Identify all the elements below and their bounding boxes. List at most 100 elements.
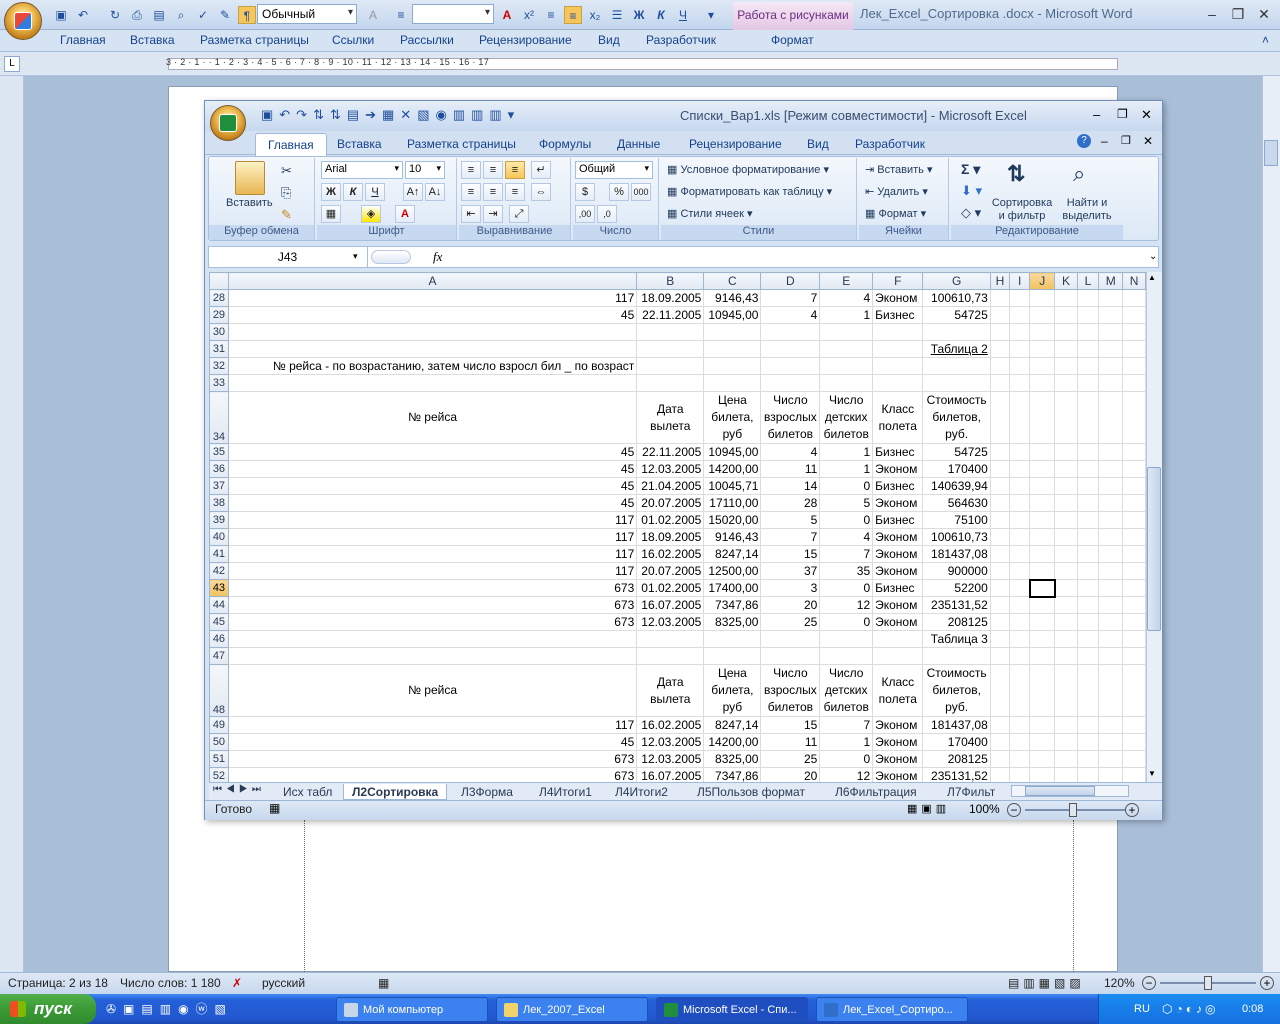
cell[interactable] <box>1029 391 1056 444</box>
sort-filter-icon[interactable]: ⇅ <box>1007 161 1025 187</box>
cell[interactable] <box>989 562 1011 580</box>
excel-zoom-thumb[interactable] <box>1069 803 1077 817</box>
cell[interactable] <box>1054 340 1078 358</box>
excel-maximize-icon[interactable]: ❐ <box>1117 107 1128 121</box>
row-header[interactable]: 39 <box>209 511 229 529</box>
cell[interactable] <box>1029 511 1056 529</box>
cell[interactable] <box>1009 460 1031 478</box>
cell[interactable]: 45 <box>227 494 638 512</box>
font-style-icon[interactable]: A <box>364 6 382 24</box>
cell[interactable] <box>1029 647 1056 665</box>
cell[interactable] <box>1009 323 1031 341</box>
cell[interactable]: 117 <box>227 511 638 529</box>
cell[interactable] <box>1009 596 1031 614</box>
cell[interactable] <box>1076 750 1100 768</box>
cell[interactable] <box>1098 391 1124 444</box>
subscript-icon[interactable]: x₂ <box>586 6 604 24</box>
increase-decimal-icon[interactable]: ,00 <box>575 205 595 223</box>
workbook-restore-icon[interactable]: ❐ <box>1121 134 1131 147</box>
cell[interactable]: 16.07.2005 <box>636 596 705 614</box>
zoom-in-icon[interactable]: + <box>1260 976 1274 990</box>
cell[interactable] <box>636 323 705 341</box>
cell[interactable] <box>922 374 991 392</box>
orientation-icon[interactable]: ⤢ <box>509 205 529 223</box>
cell[interactable] <box>1098 545 1124 563</box>
cell[interactable] <box>1098 579 1124 597</box>
undo-icon[interactable]: ↶ <box>74 6 92 24</box>
cell[interactable]: Цена билета, руб <box>703 664 762 717</box>
excel-tab-view[interactable]: Вид <box>807 137 829 151</box>
cell[interactable] <box>227 323 638 341</box>
cell[interactable]: Цена билета, руб <box>703 391 762 444</box>
cell[interactable]: 140639,94 <box>922 477 991 495</box>
cell[interactable]: 15 <box>760 545 821 563</box>
cell[interactable] <box>1076 579 1100 597</box>
cell[interactable] <box>1076 716 1100 734</box>
cell[interactable]: 45 <box>227 460 638 478</box>
insert-cells-button[interactable]: ⇥ Вставить ▾ <box>865 163 933 176</box>
cell[interactable] <box>1076 664 1100 717</box>
cell[interactable]: 20 <box>760 767 821 782</box>
cell[interactable]: 12 <box>819 596 874 614</box>
excel-quick-access-icons[interactable]: ▣↶↷⇅⇅▤➔▦✕▧◉▥▥▥▾ <box>261 107 520 123</box>
cell[interactable] <box>1122 443 1146 461</box>
cell[interactable]: 170400 <box>922 460 991 478</box>
cell[interactable] <box>1122 374 1146 392</box>
cell[interactable] <box>1076 289 1100 307</box>
align-middle-icon[interactable]: ≡ <box>483 161 503 179</box>
word-count[interactable]: Число слов: 1 180 <box>120 976 221 990</box>
cell[interactable] <box>636 374 705 392</box>
zoom-icon[interactable]: ⌕ <box>172 6 190 24</box>
row-header[interactable]: 35 <box>209 443 229 461</box>
word-tab-page-layout[interactable]: Разметка страницы <box>200 33 309 47</box>
cell[interactable] <box>1029 340 1056 358</box>
paste-button[interactable]: Вставить <box>226 197 273 209</box>
cell[interactable]: 18.09.2005 <box>636 528 705 546</box>
cell-styles-button[interactable]: ▦ Стили ячеек ▾ <box>667 207 753 220</box>
cell[interactable] <box>1054 494 1078 512</box>
cell[interactable] <box>872 357 924 375</box>
cell[interactable]: 12.03.2005 <box>636 750 705 768</box>
cell[interactable] <box>1076 647 1100 665</box>
cell[interactable] <box>819 340 874 358</box>
name-box-dropdown-icon[interactable]: ▾ <box>353 251 358 262</box>
workbook-minimize-icon[interactable]: – <box>1101 134 1108 148</box>
cell[interactable] <box>1098 306 1124 324</box>
grow-font-icon[interactable]: A↑ <box>403 183 423 201</box>
cell[interactable] <box>1054 630 1078 648</box>
cell[interactable]: 0 <box>819 579 874 597</box>
macro-record-icon[interactable]: ▦ <box>269 801 280 815</box>
cell[interactable]: 7 <box>819 545 874 563</box>
cell[interactable] <box>1009 477 1031 495</box>
cell[interactable]: Дата вылета <box>636 664 705 717</box>
cell[interactable]: 7347,86 <box>703 767 762 782</box>
excel-tab-home[interactable]: Главная <box>255 133 327 157</box>
bold-icon[interactable]: Ж <box>321 183 341 201</box>
shrink-font-icon[interactable]: A↓ <box>425 183 445 201</box>
cell[interactable]: 208125 <box>922 750 991 768</box>
cell[interactable] <box>760 374 821 392</box>
cell[interactable]: 900000 <box>922 562 991 580</box>
cell[interactable] <box>227 340 638 358</box>
cell[interactable] <box>1098 767 1124 782</box>
cell[interactable] <box>1029 460 1056 478</box>
cell[interactable] <box>760 323 821 341</box>
cell[interactable] <box>1076 374 1100 392</box>
cell[interactable]: 22.11.2005 <box>636 306 705 324</box>
cell[interactable]: 10045,71 <box>703 477 762 495</box>
cell[interactable]: Эконом <box>872 562 924 580</box>
column-header-e[interactable]: E <box>819 272 874 290</box>
cell[interactable] <box>1029 323 1056 341</box>
sheet-tab-custom-format[interactable]: Л5Пользов формат <box>689 784 813 800</box>
cell[interactable] <box>1122 733 1146 751</box>
cell[interactable]: Эконом <box>872 545 924 563</box>
cell[interactable]: 9146,43 <box>703 289 762 307</box>
cell[interactable]: 15 <box>760 716 821 734</box>
column-header-a[interactable]: A <box>227 272 638 290</box>
cell[interactable] <box>922 323 991 341</box>
cell[interactable] <box>1098 750 1124 768</box>
cell[interactable] <box>1122 528 1146 546</box>
cell[interactable] <box>872 340 924 358</box>
taskbar-my-computer[interactable]: Мой компьютер <box>336 997 488 1022</box>
cell[interactable] <box>1122 289 1146 307</box>
